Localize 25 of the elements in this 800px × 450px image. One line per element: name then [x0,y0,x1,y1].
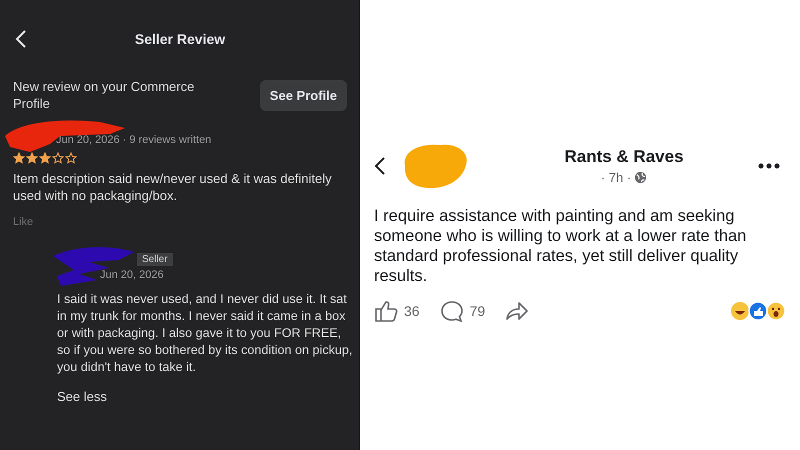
reaction-icons[interactable] [730,301,786,321]
filled-star-icon [39,152,51,164]
like-count: 36 [404,303,420,319]
comment-icon[interactable] [440,300,464,322]
seller-badge: Seller [137,253,173,266]
post-text: I require assistance with painting and am seeking someone who is willing to work at a lower rate than standard professional rates, yet still deliver quality results. [374,206,748,286]
post-time: · 7h · [600,170,632,185]
group-name[interactable]: Rants & Raves [564,147,684,167]
share-icon[interactable] [505,300,530,322]
see-profile-button[interactable]: See Profile [260,80,347,110]
globe-icon [634,171,648,184]
empty-star-icon [65,152,77,164]
reply-text: I said it was never used, and I never did use it. It sat in my trunk for months. I never said it came in a box or with packaging. I also gave it to you FOR FREE, so if you were so bothered by its condition on pickup, you didn't have to take it. [57,291,354,376]
reply-date: Jun 20, 2026 [100,269,165,281]
see-less-link[interactable]: See less [57,389,107,404]
back-icon[interactable] [374,156,386,176]
review-meta: Jun 20, 2026 · 9 reviews written [56,134,212,146]
filled-star-icon [13,152,25,164]
like-icon[interactable] [374,300,398,322]
notice-text: New review on your Commerce Profile [13,78,196,112]
review-text: Item description said new/never used & it was definitely used with no packaging/box. [13,170,333,204]
more-options-icon[interactable] [758,163,780,169]
page-title: Seller Review [134,31,226,47]
filled-star-icon [26,152,38,164]
comment-count: 79 [470,303,486,319]
